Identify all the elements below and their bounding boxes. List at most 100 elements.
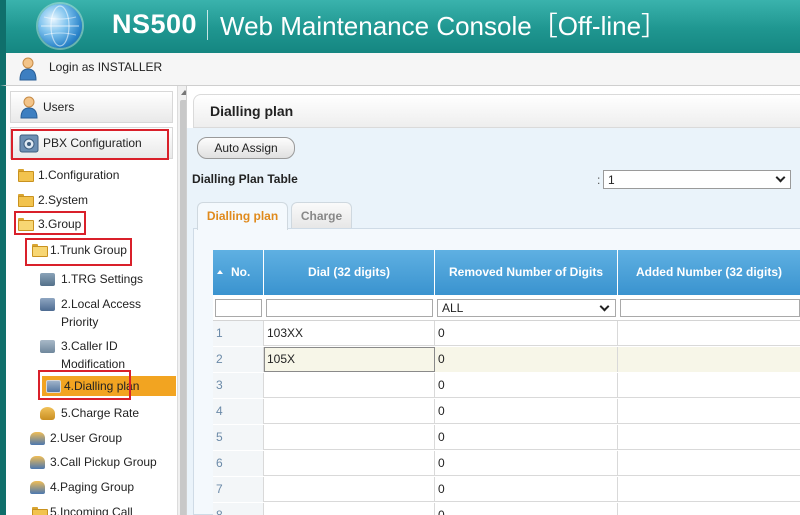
- select-value: ALL: [442, 301, 464, 315]
- cell-no: 3: [213, 373, 264, 398]
- sidebar-item-users[interactable]: Users: [10, 91, 173, 123]
- tree-item-caller-id[interactable]: 3.Caller ID: [61, 337, 118, 355]
- sidebar: Users PBX Configuration 1.Configuration …: [0, 86, 187, 515]
- cell-removed[interactable]: 0: [435, 399, 618, 424]
- column-header-removed[interactable]: Removed Number of Digits: [435, 250, 618, 295]
- tree-item-trg-settings[interactable]: 1.TRG Settings: [61, 270, 143, 288]
- tree-item-user-group[interactable]: 2.User Group: [50, 429, 122, 447]
- tree-item-incoming-call[interactable]: 5.Incoming Call: [50, 503, 133, 515]
- chevron-down-icon: [599, 301, 610, 312]
- column-header-label: No.: [231, 265, 251, 279]
- filter-row: ALL: [213, 295, 800, 321]
- cell-no: 7: [213, 477, 264, 502]
- table-row[interactable]: 7 0: [213, 477, 800, 502]
- tree-item-configuration[interactable]: 1.Configuration: [38, 166, 119, 184]
- cell-removed[interactable]: 0: [435, 373, 618, 398]
- cell-dial[interactable]: [264, 477, 435, 502]
- caller-id-icon: [40, 340, 55, 353]
- filter-no-input[interactable]: [215, 299, 262, 317]
- user-group-icon: [30, 432, 45, 445]
- page-title: Dialling plan: [210, 103, 294, 119]
- cell-removed[interactable]: 0: [435, 477, 618, 502]
- highlight-box: [25, 238, 132, 266]
- paging-group-icon: [30, 481, 45, 494]
- highlight-box: [38, 370, 131, 400]
- globe-icon: [38, 4, 82, 48]
- cell-removed[interactable]: 0: [435, 347, 618, 372]
- cell-added[interactable]: [618, 451, 800, 476]
- tree-item-call-pickup-group[interactable]: 3.Call Pickup Group: [50, 453, 157, 471]
- tree-item-local-access[interactable]: 2.Local Access: [61, 295, 141, 313]
- select-value: 1: [608, 173, 615, 187]
- user-icon: [19, 57, 37, 81]
- column-header-dial[interactable]: Dial (32 digits): [264, 250, 435, 295]
- cell-added[interactable]: [618, 503, 800, 515]
- cell-dial[interactable]: 103XX: [264, 321, 435, 346]
- column-header-label: Added Number (32 digits): [635, 265, 782, 279]
- cell-no: 8: [213, 503, 264, 515]
- login-status: Login as INSTALLER: [49, 60, 163, 74]
- scroll-thumb[interactable]: [180, 100, 186, 515]
- tree-item-system[interactable]: 2.System: [38, 191, 88, 209]
- dialling-plan-table: No. Dial (32 digits) Removed Number of D…: [213, 250, 800, 515]
- tree-item-local-access-cont[interactable]: Priority: [61, 313, 98, 331]
- label-colon: :: [597, 173, 601, 187]
- table-row[interactable]: 3 0: [213, 373, 800, 398]
- cell-added[interactable]: [618, 321, 800, 346]
- table-row[interactable]: 4 0: [213, 399, 800, 424]
- sidebar-scrollbar[interactable]: [177, 86, 186, 515]
- tree-item-charge-rate[interactable]: 5.Charge Rate: [61, 404, 139, 422]
- column-header-label: Dial (32 digits): [307, 265, 390, 279]
- cell-dial[interactable]: 105X: [264, 347, 435, 372]
- chevron-down-icon: [775, 172, 786, 183]
- cell-removed[interactable]: 0: [435, 503, 618, 515]
- cell-added[interactable]: [618, 425, 800, 450]
- cell-dial[interactable]: [264, 503, 435, 515]
- column-header-no[interactable]: No.: [213, 250, 264, 295]
- filter-dial-input[interactable]: [266, 299, 433, 317]
- filter-added-input[interactable]: [620, 299, 800, 317]
- auto-assign-button[interactable]: Auto Assign: [197, 137, 295, 159]
- highlight-box: [11, 129, 169, 160]
- highlight-box: [14, 211, 86, 235]
- cell-removed[interactable]: 0: [435, 425, 618, 450]
- console-title: Web Maintenance Console［Off-line］: [220, 11, 668, 41]
- main-content: Dialling plan Auto Assign Dialling Plan …: [187, 86, 800, 515]
- table-row[interactable]: 8 0: [213, 503, 800, 515]
- dialling-plan-table-select[interactable]: 1: [603, 170, 791, 189]
- column-header-added[interactable]: Added Number (32 digits): [618, 250, 800, 295]
- page-title-bar: Dialling plan: [193, 94, 800, 128]
- tree-item-paging-group[interactable]: 4.Paging Group: [50, 478, 134, 496]
- table-row[interactable]: 5 0: [213, 425, 800, 450]
- sort-ascending-icon: [217, 270, 223, 274]
- filter-removed-select[interactable]: ALL: [437, 299, 616, 317]
- sidebar-item-label: Users: [43, 100, 75, 114]
- cell-added[interactable]: [618, 477, 800, 502]
- charge-rate-icon: [40, 407, 55, 420]
- table-row[interactable]: 1 103XX 0: [213, 321, 800, 346]
- cell-added[interactable]: [618, 347, 800, 372]
- folder-icon: [32, 507, 48, 515]
- cell-no: 6: [213, 451, 264, 476]
- cell-dial[interactable]: [264, 399, 435, 424]
- cell-added[interactable]: [618, 373, 800, 398]
- dialling-plan-table-label: Dialling Plan Table: [192, 172, 298, 186]
- cell-removed[interactable]: 0: [435, 451, 618, 476]
- tab-dialling-plan[interactable]: Dialling plan: [197, 202, 288, 230]
- header-divider: [207, 10, 208, 40]
- login-bar: Login as INSTALLER: [0, 53, 800, 86]
- table-row[interactable]: 2 105X 0: [213, 347, 800, 372]
- call-pickup-group-icon: [30, 456, 45, 469]
- cell-dial[interactable]: [264, 425, 435, 450]
- cell-dial[interactable]: [264, 373, 435, 398]
- cell-removed[interactable]: 0: [435, 321, 618, 346]
- table-row[interactable]: 6 0: [213, 451, 800, 476]
- app-header: NS500 Web Maintenance Console［Off-line］: [0, 0, 800, 53]
- product-name: NS500: [112, 9, 198, 39]
- cell-no: 5: [213, 425, 264, 450]
- folder-icon: [18, 194, 34, 207]
- trg-settings-icon: [40, 273, 55, 286]
- cell-added[interactable]: [618, 399, 800, 424]
- tab-charge[interactable]: Charge: [291, 202, 352, 229]
- cell-dial[interactable]: [264, 451, 435, 476]
